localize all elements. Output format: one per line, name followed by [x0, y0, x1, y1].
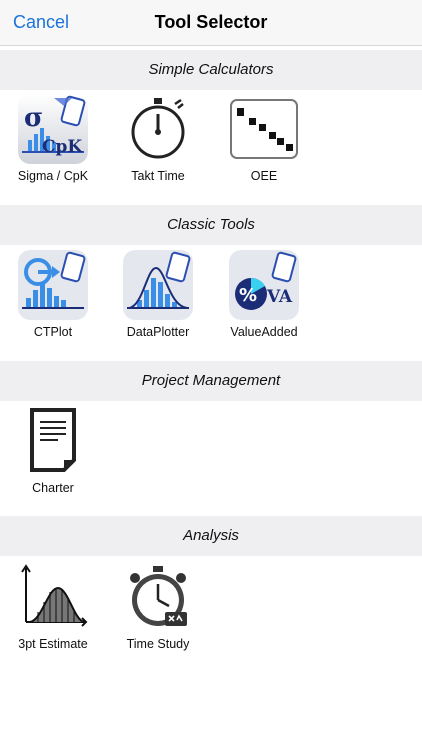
- tool-sigma-cpk[interactable]: σ CpK Sigma / CpK: [3, 94, 103, 194]
- tool-time-study[interactable]: Time Study: [108, 562, 208, 662]
- valueadded-icon: % VA: [229, 250, 299, 320]
- tool-oee[interactable]: OEE: [214, 94, 314, 194]
- tool-valueadded[interactable]: % VA ValueAdded: [214, 250, 314, 350]
- percent-glyph: %: [239, 285, 257, 306]
- tool-label: Takt Time: [131, 169, 185, 183]
- ctplot-icon: [18, 250, 88, 320]
- stopwatch-icon: [123, 94, 193, 164]
- tool-label: Sigma / CpK: [17, 169, 89, 183]
- tool-3pt-estimate[interactable]: 3pt Estimate: [3, 562, 103, 662]
- tool-label: Time Study: [126, 637, 190, 651]
- tool-label: DataPlotter: [126, 325, 190, 339]
- distribution-curve-icon: [18, 562, 88, 632]
- oee-dots-icon: [229, 94, 299, 164]
- tool-label: CTPlot: [33, 325, 73, 339]
- sigma-glyph: σ: [24, 103, 43, 133]
- time-study-stopwatch-icon: [123, 562, 193, 632]
- section-header-classic-tools: Classic Tools: [0, 205, 422, 245]
- section-header-simple-calculators: Simple Calculators: [0, 50, 422, 90]
- tool-dataplotter[interactable]: DataPlotter: [108, 250, 208, 350]
- tool-label: Charter: [32, 481, 74, 495]
- va-glyph: VA: [266, 287, 293, 307]
- section-header-project-management: Project Management: [0, 361, 422, 401]
- tool-charter[interactable]: Charter: [3, 406, 103, 506]
- dataplotter-icon: [123, 250, 193, 320]
- section-header-analysis: Analysis: [0, 516, 422, 556]
- tool-label: 3pt Estimate: [18, 637, 88, 651]
- tool-label: OEE: [250, 169, 278, 183]
- navigation-bar: Cancel Tool Selector: [0, 0, 422, 46]
- cpk-glyph: CpK: [42, 137, 83, 157]
- tool-takt-time[interactable]: Takt Time: [108, 94, 208, 194]
- charter-document-icon: [18, 406, 88, 476]
- tool-label: ValueAdded: [230, 325, 298, 339]
- tool-ctplot[interactable]: CTPlot: [3, 250, 103, 350]
- page-title: Tool Selector: [154, 12, 268, 32]
- sigma-cpk-icon: σ CpK: [18, 94, 88, 164]
